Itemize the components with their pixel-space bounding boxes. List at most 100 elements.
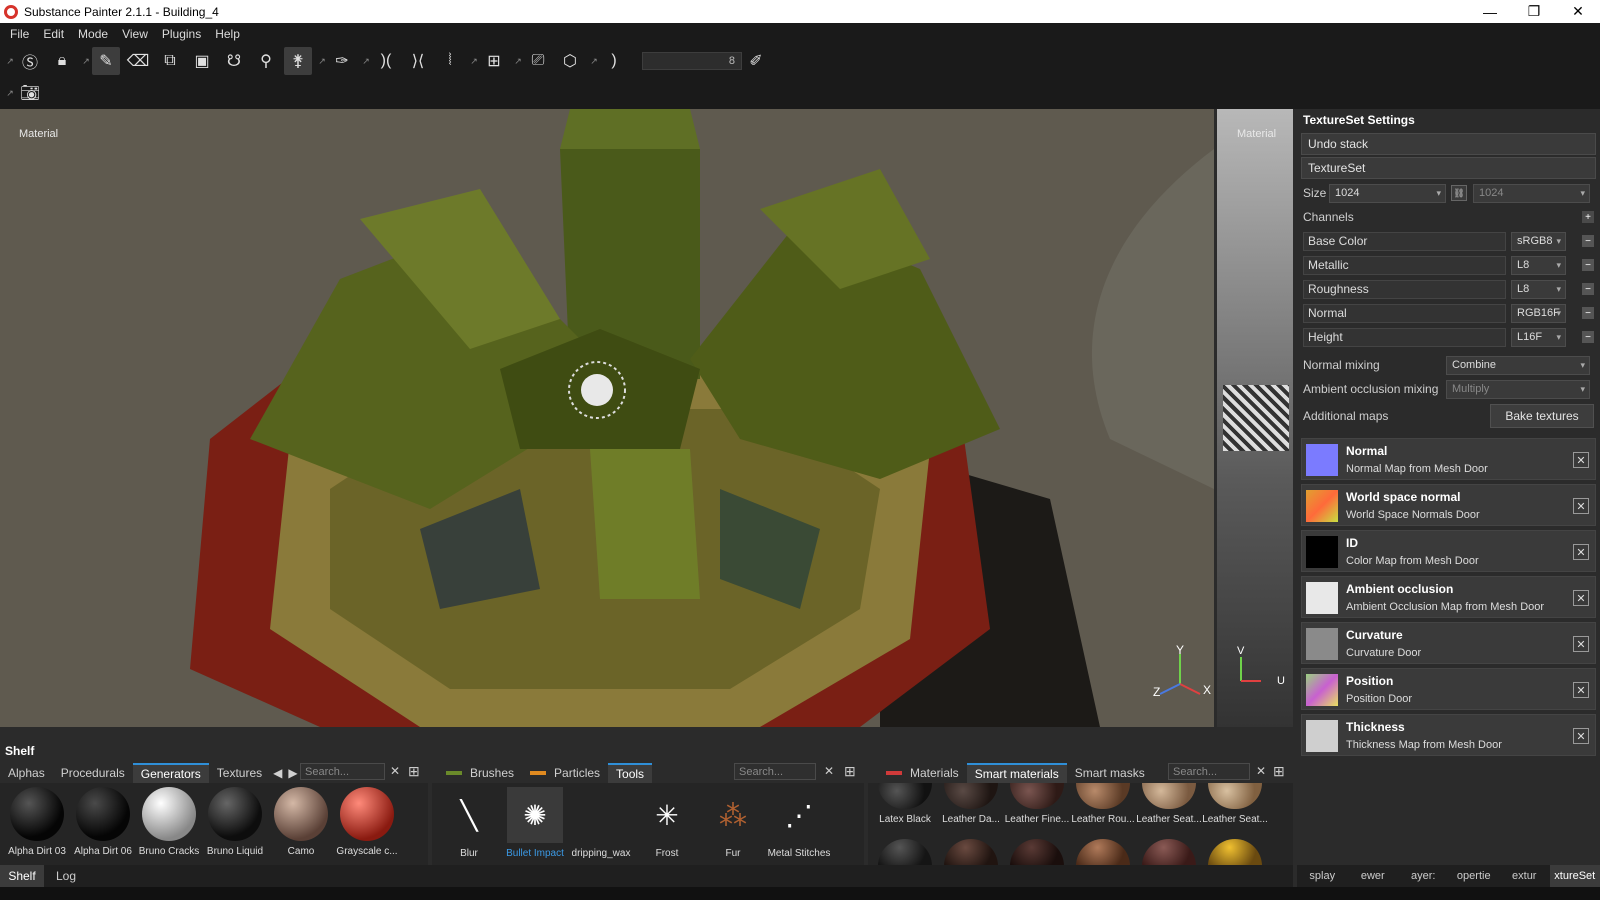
channel-name[interactable]: Height (1303, 327, 1506, 347)
tool-item[interactable]: ✺ Bullet Impact (502, 785, 568, 859)
ao-mixing-select[interactable]: Multiply (1446, 379, 1590, 399)
clear-search-close-icon[interactable]: ✕ (824, 764, 834, 778)
popout-icon[interactable]: ↗ (6, 88, 14, 98)
tab-shelf[interactable]: Shelf (0, 865, 44, 887)
channel-format-select[interactable]: L8 (1511, 255, 1566, 275)
eraser-icon[interactable]: ⌫ (124, 47, 152, 75)
map-item-thickness[interactable]: Thickness Thickness Map from Mesh Door ✕ (1301, 714, 1596, 756)
lock-icon[interactable]: 🔒︎ (48, 47, 76, 75)
tool-item[interactable]: dripping_wax (568, 785, 634, 859)
popout-icon[interactable]: ↗ (318, 56, 326, 66)
undo-stack-button[interactable]: Undo stack (1301, 133, 1596, 155)
channel-format-select[interactable]: L8 (1511, 279, 1566, 299)
symmetry-icon[interactable]: )( (372, 47, 400, 75)
add-channel-button[interactable]: + (1582, 211, 1594, 223)
camera-icon[interactable]: ⎚ (524, 47, 552, 75)
tab-log[interactable]: Log (44, 865, 88, 887)
menu-view[interactable]: View (122, 27, 148, 41)
channel-name[interactable]: Base Color (1303, 231, 1506, 251)
tool-item[interactable]: ⁂ Fur (700, 785, 766, 860)
menu-file[interactable]: File (10, 27, 29, 41)
tab-particles[interactable]: Particles (522, 763, 608, 783)
2d-uv-viewport[interactable]: Material V U (1217, 109, 1293, 727)
map-item-normal[interactable]: Normal Normal Map from Mesh Door ✕ (1301, 438, 1596, 480)
remove-map-close-icon[interactable]: ✕ (1573, 498, 1589, 514)
tab-texture-set-list[interactable]: extur (1499, 865, 1550, 887)
resource-item[interactable]: Bruno Liquid (202, 785, 268, 857)
tab-viewer-settings[interactable]: ewer (1348, 865, 1399, 887)
channel-format-select[interactable]: RGB16F (1511, 303, 1566, 323)
pen-icon[interactable]: ✐ (742, 47, 770, 75)
brush-preset-icon[interactable]: ) (600, 47, 628, 75)
shelf-search-input[interactable]: Search... (300, 763, 385, 780)
close-button[interactable]: ✕ (1556, 0, 1600, 23)
channel-format-select[interactable]: L16F (1511, 327, 1566, 347)
tab-smart-masks[interactable]: Smart masks (1067, 763, 1153, 783)
remove-map-close-icon[interactable]: ✕ (1573, 636, 1589, 652)
material-item[interactable]: Leather Seat... (1202, 781, 1268, 825)
resource-item[interactable]: Alpha Dirt 06 (70, 785, 136, 857)
menu-help[interactable]: Help (215, 27, 240, 41)
channel-name[interactable]: Roughness (1303, 279, 1506, 299)
remove-channel-button[interactable]: − (1582, 259, 1594, 271)
size-select-2[interactable]: 1024 (1473, 183, 1590, 203)
remove-channel-button[interactable]: − (1582, 235, 1594, 247)
menu-mode[interactable]: Mode (78, 27, 108, 41)
tab-procedurals[interactable]: Procedurals (53, 763, 133, 783)
tab-smart-materials[interactable]: Smart materials (966, 763, 1067, 783)
material-item[interactable]: Leather Fine... (1004, 781, 1070, 825)
paint-brush-icon[interactable]: ✎ (92, 47, 120, 75)
materials-search-input[interactable]: Search... (1168, 763, 1250, 780)
brush-size-field[interactable]: 8 (642, 52, 742, 70)
map-item-ambient-occlusion[interactable]: Ambient occlusion Ambient Occlusion Map … (1301, 576, 1596, 618)
tab-layers[interactable]: ayer: (1398, 865, 1449, 887)
material-picker-icon[interactable]: ⚵ (284, 47, 312, 75)
map-item-position[interactable]: Position Position Door ✕ (1301, 668, 1596, 710)
screenshot-camera-icon[interactable]: 📷︎ (16, 79, 44, 107)
tab-alphas[interactable]: Alphas (0, 763, 53, 783)
material-item[interactable]: Leather Da... (938, 781, 1004, 825)
popout-icon[interactable]: ↗ (362, 56, 370, 66)
channel-name[interactable]: Normal (1303, 303, 1506, 323)
remove-map-close-icon[interactable]: ✕ (1573, 452, 1589, 468)
display-channels-icon[interactable]: ⊞ (480, 47, 508, 75)
scroll-right-icon[interactable]: ▶ (285, 763, 300, 783)
popout-icon[interactable]: ↗ (590, 56, 598, 66)
channel-name[interactable]: Metallic (1303, 255, 1506, 275)
size-select[interactable]: 1024 (1329, 183, 1446, 203)
remove-map-close-icon[interactable]: ✕ (1573, 728, 1589, 744)
polygon-fill-icon[interactable]: ▣ (188, 47, 216, 75)
projection-icon[interactable]: ⧉ (156, 47, 184, 75)
tool-item[interactable]: ╲ Blur (436, 785, 502, 860)
size-lock-icon[interactable]: ⛓ (1451, 185, 1467, 201)
tab-textureset-settings[interactable]: xtureSet (1549, 865, 1600, 887)
substance-logo-icon[interactable]: Ⓢ (16, 47, 44, 75)
textureset-button[interactable]: TextureSet (1301, 157, 1596, 179)
tool-item[interactable]: ⋰ Metal Stitches (766, 785, 832, 860)
menu-plugins[interactable]: Plugins (162, 27, 201, 41)
tool-item[interactable]: ✳ Frost (634, 785, 700, 860)
scroll-left-icon[interactable]: ◀ (270, 763, 285, 783)
clone-stamp-icon[interactable]: ⚲ (252, 47, 280, 75)
popout-icon[interactable]: ↗ (6, 56, 14, 66)
material-item[interactable]: Leather Seat... (1136, 781, 1202, 825)
maximize-button[interactable]: ❐ (1512, 0, 1556, 23)
symmetry-x-icon[interactable]: ⟩⟨ (404, 47, 432, 75)
popout-icon[interactable]: ↗ (82, 56, 90, 66)
tools-search-input[interactable]: Search... (734, 763, 816, 780)
popout-icon[interactable]: ↗ (470, 56, 478, 66)
map-item-id[interactable]: ID Color Map from Mesh Door ✕ (1301, 530, 1596, 572)
map-item-curvature[interactable]: Curvature Curvature Door ✕ (1301, 622, 1596, 664)
map-item-world-space-normal[interactable]: World space normal World Space Normals D… (1301, 484, 1596, 526)
tab-display-settings[interactable]: splay (1297, 865, 1348, 887)
resource-item[interactable]: Grayscale c... (334, 785, 400, 857)
remove-map-close-icon[interactable]: ✕ (1573, 590, 1589, 606)
grid-view-icon[interactable]: ⊞ (1273, 763, 1285, 780)
color-picker-icon[interactable]: ✑ (328, 47, 356, 75)
tab-properties[interactable]: opertie (1449, 865, 1500, 887)
menu-edit[interactable]: Edit (43, 27, 64, 41)
clear-search-close-icon[interactable]: ✕ (390, 764, 400, 778)
resource-item[interactable]: Camo (268, 785, 334, 857)
tab-generators[interactable]: Generators (132, 763, 209, 783)
remove-channel-button[interactable]: − (1582, 307, 1594, 319)
